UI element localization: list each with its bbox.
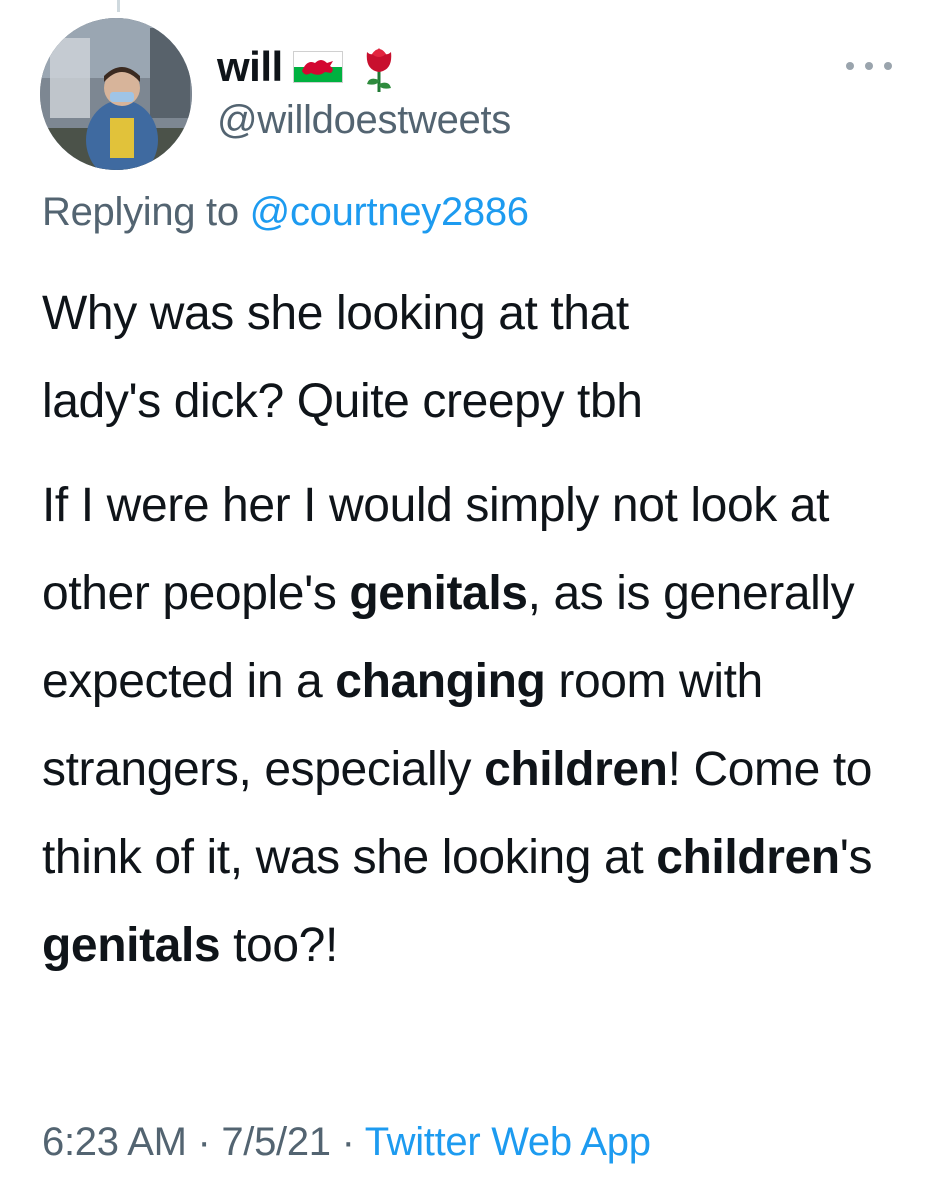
reply-mention-link[interactable]: @courtney2886 [250, 190, 529, 234]
tweet-date[interactable]: 7/5/21 [221, 1120, 331, 1164]
more-dot [865, 62, 873, 70]
tweet-line: Why was she looking at that [42, 287, 629, 340]
profile-photo [40, 18, 192, 170]
author-handle[interactable]: @willdoestweets [217, 98, 511, 143]
meta-separator: · [330, 1120, 365, 1164]
author-name-row[interactable]: will [217, 38, 399, 96]
reply-context: Replying to @courtney2886 [42, 190, 529, 235]
more-dot [884, 62, 892, 70]
tweet-paragraph-1: Why was she looking at that lady's dick?… [42, 270, 912, 446]
tweet-line: lady's dick? Quite creepy tbh [42, 375, 643, 428]
tweet-text: Why was she looking at that lady's dick?… [42, 270, 912, 990]
meta-separator: · [186, 1120, 222, 1164]
tweet-time[interactable]: 6:23 AM [42, 1120, 187, 1164]
bold-word: genitals [349, 567, 528, 620]
welsh-flag-icon [292, 51, 343, 83]
bold-word: children [656, 831, 840, 884]
bold-word: children [484, 743, 668, 796]
rose-icon [359, 40, 399, 94]
tweet-text-segment: too?! [220, 919, 338, 972]
more-dot [846, 62, 854, 70]
avatar[interactable] [40, 18, 192, 170]
tweet-paragraph-2: If I were her I would simply not look at… [42, 462, 912, 990]
display-name[interactable]: will [217, 43, 283, 91]
tweet-text-segment: 's [839, 831, 873, 884]
reply-prefix: Replying to [42, 190, 250, 234]
tweet-source-link[interactable]: Twitter Web App [365, 1120, 651, 1164]
tweet-metadata: 6:23 AM · 7/5/21 · Twitter Web App [42, 1120, 651, 1165]
bold-word: changing [335, 655, 546, 708]
thread-connector-line [117, 0, 120, 12]
more-dots-icon[interactable] [846, 54, 892, 78]
bold-word: genitals [42, 919, 221, 972]
